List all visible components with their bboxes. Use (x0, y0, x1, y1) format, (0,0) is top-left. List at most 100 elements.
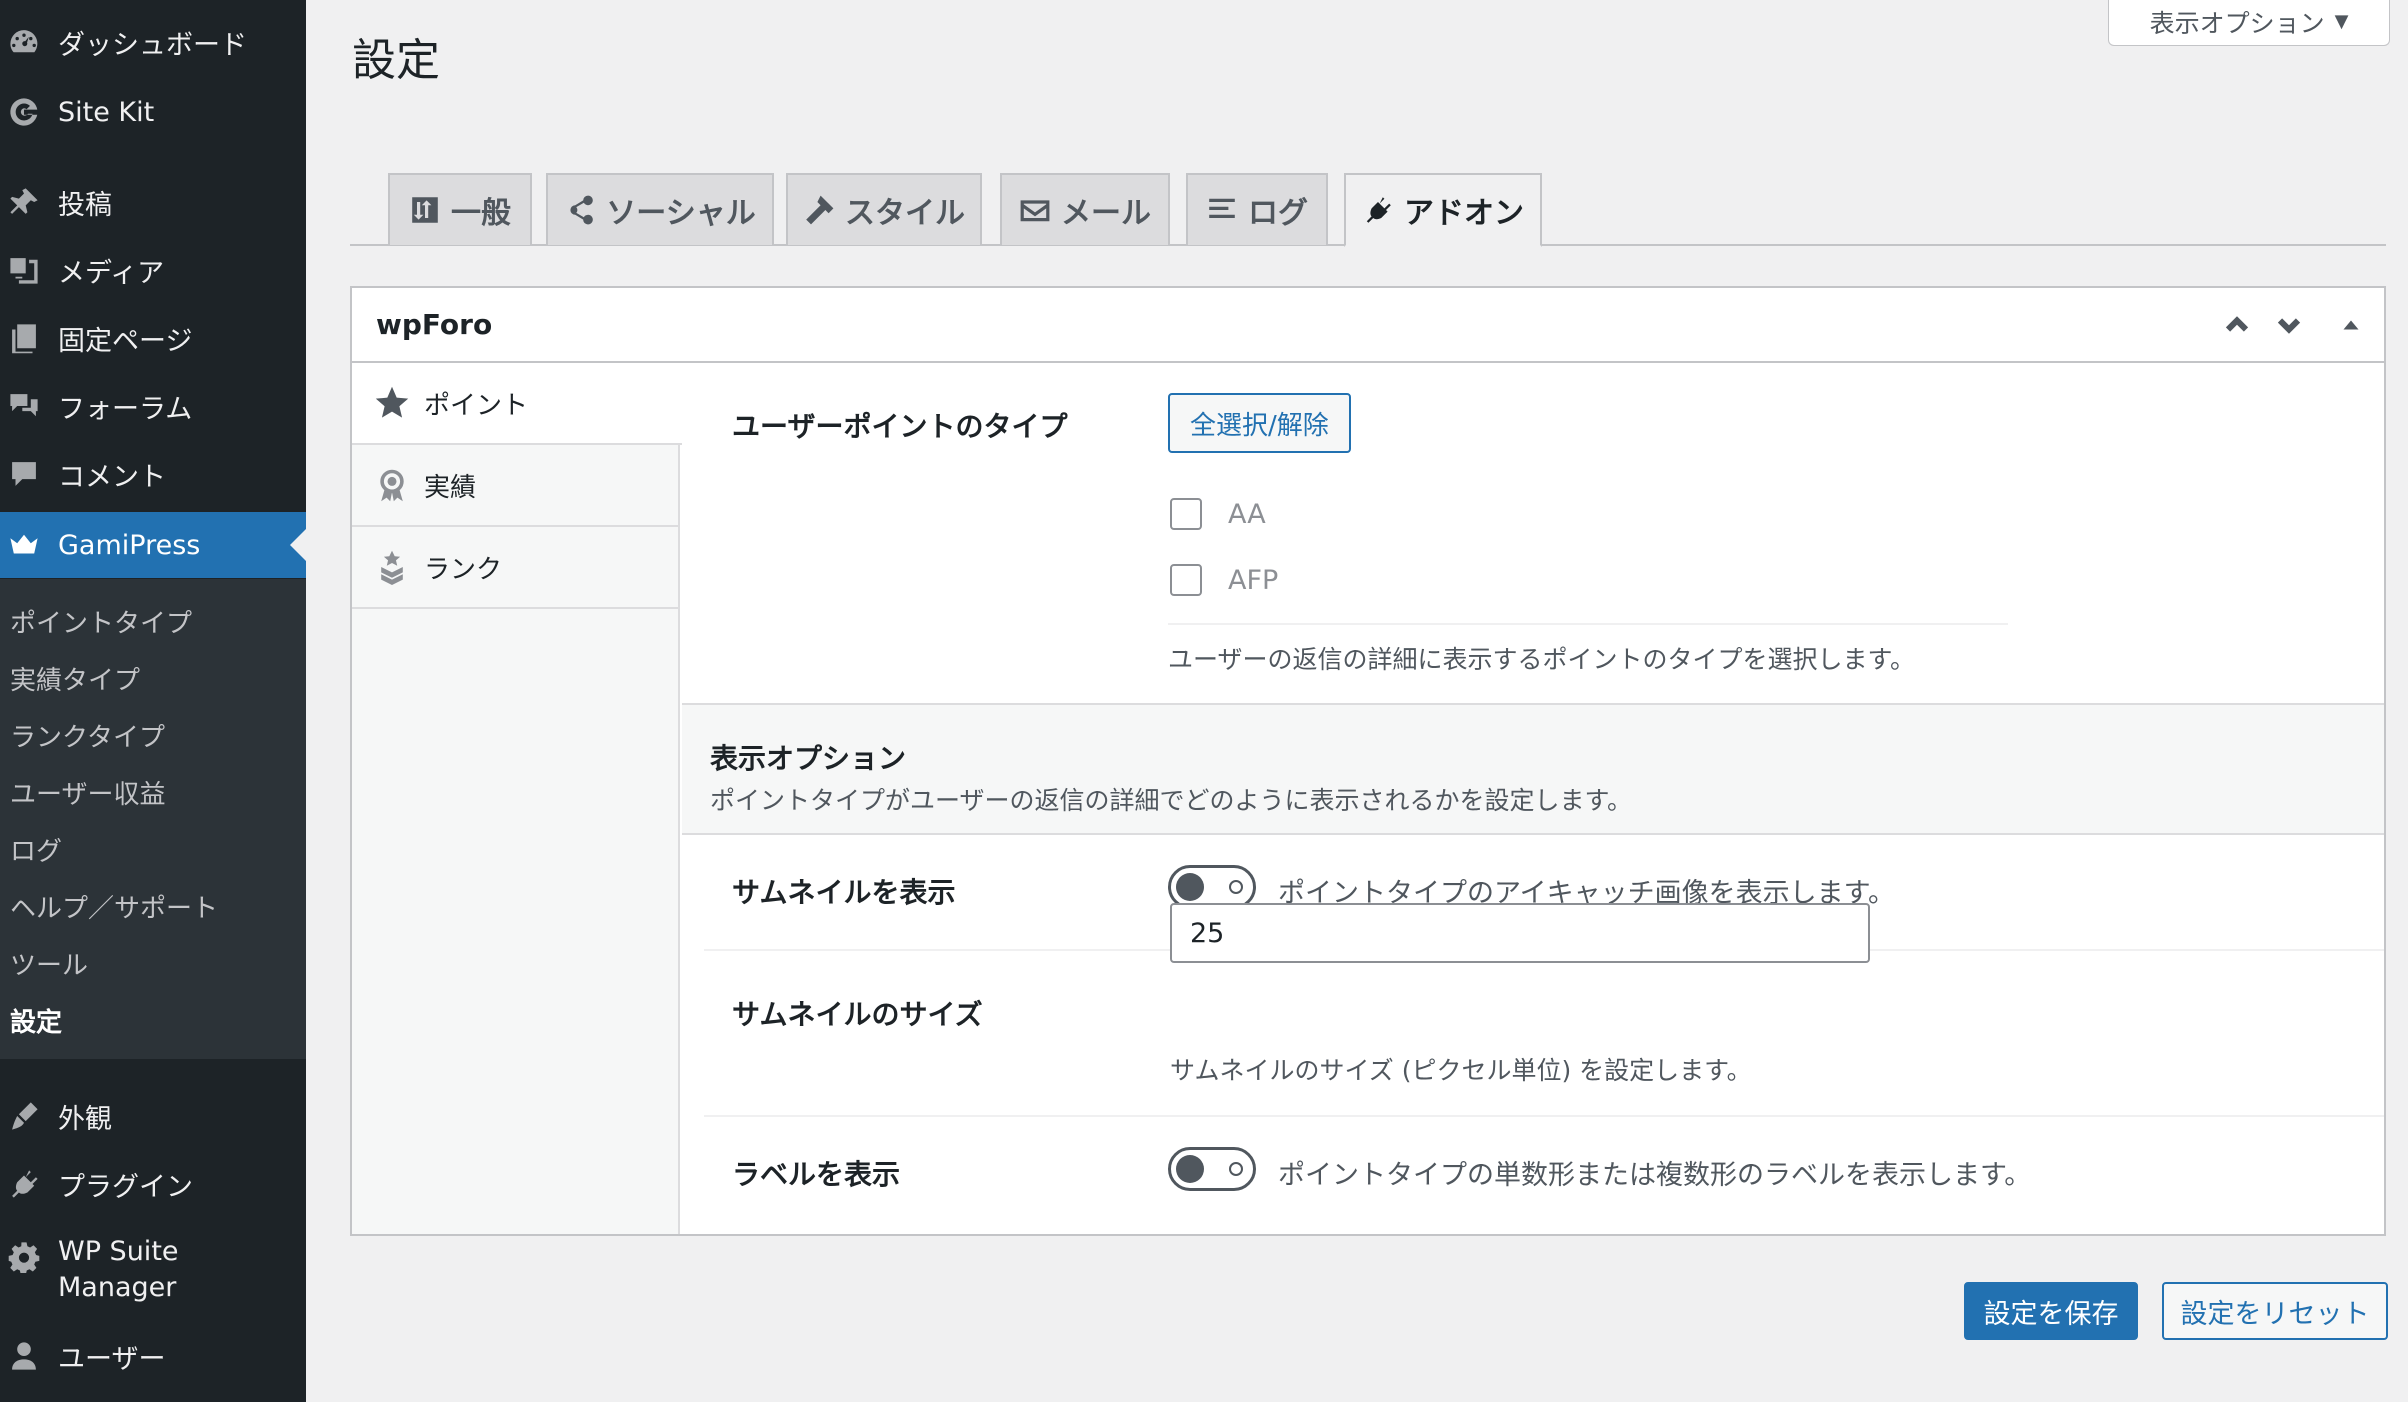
checkbox-aa[interactable] (1170, 498, 1202, 530)
sidebar-item-label: フォーラム (58, 393, 193, 425)
move-up-button[interactable] (2212, 300, 2262, 350)
email-icon (1020, 200, 1050, 222)
admin-sidebar: ダッシュボード Site Kit 投稿 メディア 固定ページ フォーラム コメン… (0, 0, 306, 1402)
display-options-section: 表示オプション ポイントタイプがユーザーの返信の詳細でどのように表示されるかを設… (682, 703, 2384, 835)
sidebar-item-forum[interactable]: フォーラム (0, 376, 306, 436)
thumbnail-label: サムネイルを表示 (732, 876, 956, 909)
tab-style[interactable]: スタイル (786, 173, 982, 245)
points-type-label: ユーザーポイントのタイプ (732, 410, 1068, 443)
tab-addons[interactable]: アドオン (1344, 173, 1542, 247)
sidebar-item-label: メディア (58, 257, 165, 289)
submenu-item-help-support[interactable]: ヘルプ／サポート (10, 888, 218, 925)
sidebar-item-pages[interactable]: 固定ページ (0, 308, 306, 368)
screen-options-label: 表示オプション (2149, 8, 2325, 38)
points-type-option-aa[interactable]: AA (1168, 481, 2008, 547)
tab-general[interactable]: 一般 (388, 173, 532, 245)
vertical-tabs: ポイント 実績 ランク (352, 363, 682, 1234)
toggle-off-indicator (1229, 1162, 1243, 1176)
show-label-label: ラベルを表示 (732, 1158, 901, 1191)
submenu-item-logs[interactable]: ログ (10, 831, 62, 868)
panel-header: wpForo (352, 288, 2384, 363)
thumbnail-size-input[interactable] (1170, 903, 1870, 963)
rank-icon (381, 550, 403, 585)
dashboard-icon (4, 22, 44, 62)
chevron-up-icon (2225, 316, 2249, 332)
sidebar-item-dashboard[interactable]: ダッシュボード (0, 12, 306, 72)
submenu-item-tools[interactable]: ツール (10, 945, 88, 982)
vtab-label: 実績 (424, 472, 477, 503)
chevron-down-icon (2277, 318, 2301, 334)
sidebar-item-label: GamiPress (58, 529, 201, 561)
brush-icon (4, 1096, 44, 1136)
triangle-up-icon (2343, 320, 2359, 330)
display-options-description: ポイントタイプがユーザーの返信の詳細でどのように表示されるかを設定します。 (710, 786, 1633, 815)
toggle-panel-button[interactable] (2326, 300, 2376, 350)
vtab-ranks[interactable]: ランク (352, 527, 680, 609)
crown-icon (4, 525, 44, 565)
toggle-off-indicator (1229, 880, 1243, 894)
hammer-icon (806, 195, 834, 225)
submenu-item-point-types[interactable]: ポイントタイプ (10, 603, 192, 640)
pages-icon (4, 318, 44, 358)
sidebar-item-label-line1: WP Suite (58, 1236, 179, 1267)
sidebar-item-label: ユーザー (58, 1343, 166, 1375)
points-type-option-afp[interactable]: AFP (1168, 547, 2008, 613)
vtab-achievements[interactable]: 実績 (352, 445, 680, 527)
checkbox-label: AFP (1228, 564, 1279, 596)
sidebar-item-posts[interactable]: 投稿 (0, 172, 306, 232)
toggle-knob (1176, 1155, 1204, 1183)
tab-label: スタイル (845, 196, 965, 231)
sidebar-item-gamipress[interactable]: GamiPress (0, 512, 306, 578)
sidebar-item-label: ダッシュボード (58, 29, 247, 61)
sidebar-item-label: プラグイン (58, 1171, 193, 1203)
tab-label: アドオン (1404, 196, 1524, 231)
submenu-item-settings[interactable]: 設定 (10, 1002, 62, 1039)
reset-settings-button[interactable]: 設定をリセット (2162, 1282, 2388, 1340)
media-icon (4, 250, 44, 290)
vtab-points[interactable]: ポイント (352, 363, 682, 445)
gear-icon (4, 1236, 44, 1276)
tab-email[interactable]: メール (1000, 173, 1170, 245)
screen-options-button[interactable]: 表示オプション ▼ (2108, 0, 2390, 46)
tab-label: 一般 (451, 196, 511, 231)
sidebar-item-site-kit[interactable]: Site Kit (0, 82, 306, 142)
star-icon (375, 386, 409, 418)
sidebar-item-label: WP Suite Manager (58, 1234, 179, 1306)
checkbox-label: AA (1228, 498, 1266, 530)
sidebar-item-plugins[interactable]: プラグイン (0, 1154, 306, 1214)
panel-title: wpForo (376, 308, 493, 341)
vtab-label: ランク (424, 554, 503, 585)
sidebar-item-wp-suite-manager[interactable]: WP Suite Manager (0, 1234, 306, 1314)
display-options-title: 表示オプション (710, 742, 907, 775)
save-settings-button[interactable]: 設定を保存 (1964, 1282, 2138, 1340)
submenu-item-user-earnings[interactable]: ユーザー収益 (10, 774, 165, 811)
sidebar-item-users[interactable]: ユーザー (0, 1326, 306, 1386)
show-label-toggle[interactable] (1168, 1147, 1256, 1191)
sidebar-item-label: 外観 (58, 1103, 112, 1135)
forum-icon (4, 386, 44, 426)
select-all-button[interactable]: 全選択/解除 (1168, 393, 1351, 453)
tab-label: ソーシャル (606, 196, 756, 231)
tab-social[interactable]: ソーシャル (546, 173, 774, 245)
google-g-icon (4, 92, 44, 132)
sidebar-item-comments[interactable]: コメント (0, 444, 306, 504)
comment-icon (4, 454, 44, 494)
sidebar-item-label-line2: Manager (58, 1272, 177, 1303)
caret-down-icon: ▼ (2334, 11, 2349, 32)
sidebar-item-media[interactable]: メディア (0, 240, 306, 300)
sidebar-item-appearance[interactable]: 外観 (0, 1086, 306, 1146)
pin-icon (4, 182, 44, 222)
thumbnail-size-label: サムネイルのサイズ (732, 998, 983, 1031)
checkbox-afp[interactable] (1170, 564, 1202, 596)
sidebar-item-label: 固定ページ (58, 325, 193, 357)
submenu-item-achievement-types[interactable]: 実績タイプ (10, 660, 140, 697)
toggle-knob (1176, 873, 1204, 901)
tab-label: ログ (1248, 196, 1308, 231)
plugin-icon (4, 1164, 44, 1204)
submenu-item-rank-types[interactable]: ランクタイプ (10, 717, 165, 754)
move-down-button[interactable] (2264, 300, 2314, 350)
sort-icon (412, 197, 438, 223)
sidebar-item-label: コメント (58, 461, 166, 493)
vtab-label: ポイント (424, 390, 529, 421)
tab-logs[interactable]: ログ (1186, 173, 1328, 245)
